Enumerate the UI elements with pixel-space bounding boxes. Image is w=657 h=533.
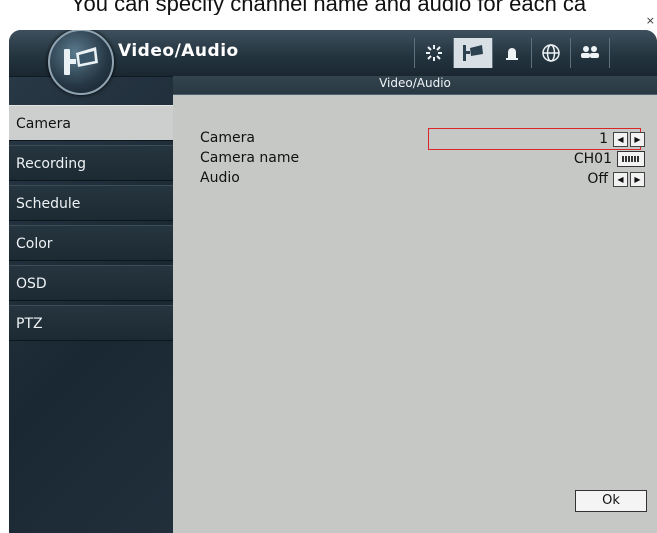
camera-name-value: CH01 <box>573 151 612 167</box>
window-header: Video/Audio <box>9 30 657 95</box>
sidebar-item-camera[interactable]: Camera <box>9 105 173 141</box>
keyboard-icon[interactable] <box>617 151 645 167</box>
audio-next-arrow-icon[interactable]: ▶ <box>630 171 645 187</box>
sidebar-item-color[interactable]: Color <box>9 225 173 261</box>
sidebar-item-ptz[interactable]: PTZ <box>9 305 173 341</box>
sidebar-item-schedule[interactable]: Schedule <box>9 185 173 221</box>
close-icon[interactable]: × <box>646 14 655 27</box>
camera-name-label: Camera name <box>200 150 300 166</box>
audio-label: Audio <box>200 170 240 186</box>
sidebar-item-osd[interactable]: OSD <box>9 265 173 301</box>
camera-label: Camera <box>200 130 255 146</box>
alarm-icon[interactable] <box>492 38 531 68</box>
sidebar-item-recording[interactable]: Recording <box>9 145 173 181</box>
users-icon[interactable] <box>570 38 610 68</box>
camera-icon[interactable] <box>453 38 492 68</box>
video-audio-window: Video/Audio Video/Audio Camera Recording… <box>9 30 657 533</box>
camera-next-arrow-icon[interactable]: ▶ <box>630 131 645 147</box>
instruction-caption: You can specify channel name and audio f… <box>70 0 587 15</box>
camera-value: 1 <box>599 131 608 147</box>
ok-button[interactable]: Ok <box>575 490 647 512</box>
audio-row: Audio Off ◀ ▶ <box>200 169 645 189</box>
settings-icon[interactable] <box>414 38 453 68</box>
camera-name-field: CH01 <box>574 149 645 169</box>
camera-name-row: Camera name CH01 <box>200 149 645 169</box>
camera-row: Camera 1 ◀ ▶ <box>200 129 645 149</box>
audio-prev-arrow-icon[interactable]: ◀ <box>613 171 628 187</box>
camera-prev-arrow-icon[interactable]: ◀ <box>613 131 628 147</box>
settings-panel: Camera 1 ◀ ▶ Camera name CH01 Audio Off … <box>173 95 657 533</box>
camera-logo-icon <box>48 30 114 95</box>
sidebar: Camera Recording Schedule Color OSD PTZ <box>9 105 173 345</box>
camera-selector: 1 ◀ ▶ <box>599 129 645 149</box>
top-toolbar <box>414 38 610 68</box>
network-icon[interactable] <box>531 38 570 68</box>
audio-selector: Off ◀ ▶ <box>587 169 645 189</box>
panel-title: Video/Audio <box>173 76 657 95</box>
window-title: Video/Audio <box>118 41 239 61</box>
audio-value: Off <box>587 171 608 187</box>
